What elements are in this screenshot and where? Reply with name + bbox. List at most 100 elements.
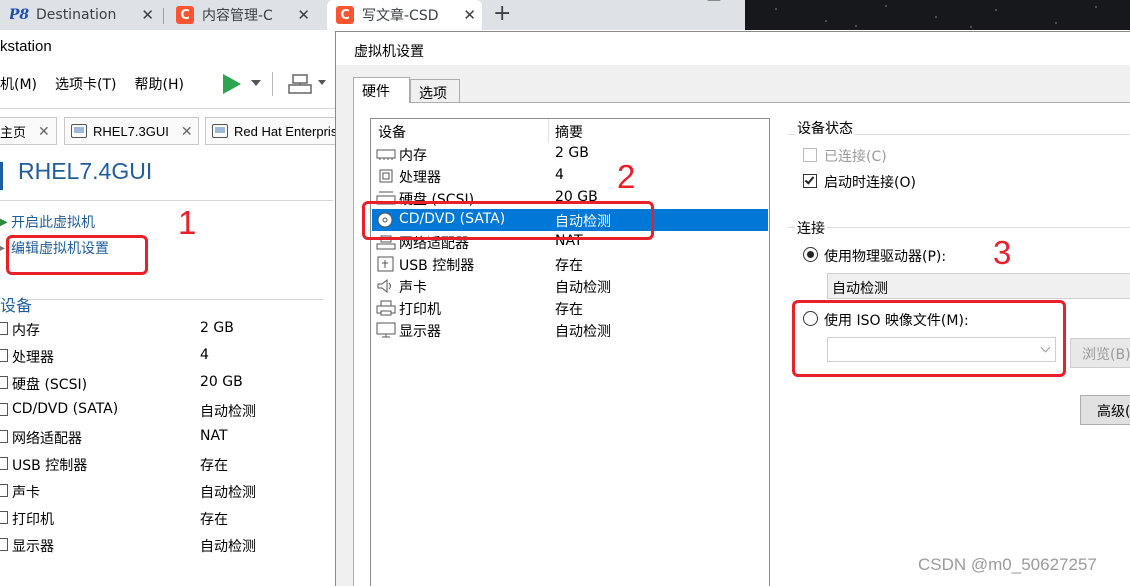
annotation-number-3: 3	[993, 234, 1012, 271]
hardware-name: 声卡	[399, 280, 427, 296]
hardware-name: 打印机	[399, 302, 441, 318]
column-header-summary[interactable]: 摘要	[555, 122, 583, 142]
device-name: CD/DVD (SATA)	[12, 401, 119, 417]
hardware-summary: 2 GB	[555, 145, 589, 161]
window-title: kstation	[0, 38, 52, 55]
hardware-summary: 存在	[555, 258, 583, 274]
device-name: 显示器	[12, 539, 54, 555]
device-row[interactable]: 处理器 4	[0, 345, 330, 367]
device-value: 自动检测	[200, 404, 256, 420]
close-icon[interactable]: ✕	[463, 6, 476, 24]
annotation-number-1: 1	[178, 204, 197, 241]
physical-drive-radio[interactable]	[803, 247, 818, 262]
vm-tab-redhat[interactable]: Red Hat Enterprise	[205, 117, 345, 145]
browser-tab-content-manage[interactable]: C 内容管理-C ✕	[176, 0, 316, 30]
power-on-icon[interactable]	[221, 73, 243, 95]
printer-icon	[376, 300, 396, 316]
cpu-icon	[0, 349, 8, 362]
dialog-title: 虚拟机设置	[354, 44, 424, 60]
connect-at-power-on-label: 启动时连接(O)	[824, 175, 916, 191]
device-row[interactable]: 显示器 自动检测	[0, 534, 330, 556]
device-value: 2 GB	[200, 320, 234, 336]
hardware-row-soundcard[interactable]: 声卡 自动检测	[372, 275, 768, 297]
printer-icon	[0, 511, 8, 524]
new-tab-button[interactable]: +	[493, 1, 511, 26]
close-icon[interactable]: ✕	[38, 123, 50, 140]
radio-dot	[807, 251, 814, 258]
dialog-titlebar: 虚拟机设置	[336, 32, 1130, 65]
network-tool-icon[interactable]	[288, 73, 312, 95]
minimize-button[interactable]: —	[707, 0, 721, 8]
device-value: 自动检测	[200, 539, 256, 555]
connect-at-power-on-checkbox[interactable]	[803, 174, 817, 188]
hardware-name: 处理器	[399, 170, 441, 186]
hardware-row-processor[interactable]: 处理器 4	[372, 165, 768, 187]
vm-tab-home[interactable]: 主页 ✕	[0, 117, 57, 145]
menu-tabs[interactable]: 选项卡(T)	[55, 74, 116, 94]
device-row[interactable]: 内存 2 GB	[0, 318, 330, 340]
column-separator	[548, 119, 549, 143]
vm-tab-label: RHEL7.3GUI	[93, 123, 169, 139]
physical-drive-select[interactable]: 自动检测	[827, 273, 1130, 299]
vm-icon	[212, 124, 228, 138]
device-name: 内存	[12, 323, 40, 339]
speaker-icon	[377, 278, 391, 294]
monitor-icon	[376, 322, 396, 338]
network-icon	[0, 430, 8, 443]
connected-checkbox[interactable]	[803, 148, 817, 162]
device-name: USB 控制器	[12, 458, 88, 474]
annotation-box-2	[362, 201, 654, 240]
chevron-down-icon[interactable]	[318, 80, 326, 85]
browser-tab-title: Destination	[36, 7, 117, 23]
hardware-summary: 4	[555, 167, 564, 183]
cpu-icon	[379, 169, 393, 183]
power-on-vm-link[interactable]: ▶ 开启此虚拟机	[0, 212, 95, 232]
toolbar-divider	[0, 108, 340, 109]
device-name: 打印机	[12, 512, 54, 528]
close-icon[interactable]: ✕	[297, 6, 310, 24]
hardware-row-display[interactable]: 显示器 自动检测	[372, 319, 768, 341]
device-row[interactable]: 网络适配器 NAT	[0, 426, 330, 448]
hardware-row-memory[interactable]: 内存 2 GB	[372, 143, 768, 165]
tab-options[interactable]: 选项	[410, 79, 460, 102]
hardware-summary: 自动检测	[555, 324, 611, 340]
device-value: 4	[200, 347, 209, 363]
vm-name: RHEL7.4GUI	[18, 158, 153, 184]
hardware-row-usb[interactable]: USB 控制器 存在	[372, 253, 768, 275]
advanced-button[interactable]: 高级(	[1080, 395, 1130, 425]
hardware-device-list: 设备 摘要 内存 2 GB 处理器 4 硬盘 (SCSI) 20 GB CD/D…	[370, 118, 770, 586]
browser-tab-write-article[interactable]: C 写文章-CSD ✕	[327, 0, 482, 30]
monitor-icon	[0, 538, 8, 551]
menu-vm[interactable]: 机(M)	[0, 74, 37, 94]
action-label: 开启此虚拟机	[11, 215, 95, 231]
divider	[26, 299, 323, 300]
hardware-name: 内存	[399, 148, 427, 164]
menu-help[interactable]: 帮助(H)	[135, 74, 184, 94]
device-row[interactable]: 声卡 自动检测	[0, 480, 330, 502]
vm-tab-label: Red Hat Enterprise	[234, 123, 345, 139]
connected-label: 已连接(C)	[824, 149, 887, 165]
vm-tab-label: 主页	[0, 124, 27, 140]
divider	[0, 200, 333, 201]
vm-tab-rhel73[interactable]: RHEL7.3GUI ✕	[64, 117, 199, 145]
device-name: 硬盘 (SCSI)	[12, 377, 88, 393]
hardware-row-printer[interactable]: 打印机 存在	[372, 297, 768, 319]
ps-icon: P8	[10, 7, 30, 23]
device-row[interactable]: 硬盘 (SCSI) 20 GB	[0, 372, 330, 394]
desktop-background	[745, 0, 1130, 30]
column-header-device[interactable]: 设备	[378, 122, 406, 142]
memory-icon	[376, 149, 396, 160]
tab-hardware[interactable]: 硬件	[353, 77, 410, 103]
device-row[interactable]: USB 控制器 存在	[0, 453, 330, 475]
chevron-down-icon[interactable]	[251, 80, 261, 86]
hardware-summary: 存在	[555, 302, 583, 318]
close-icon[interactable]: ✕	[141, 6, 154, 24]
browser-tab-destination[interactable]: P8 Destination ✕	[10, 0, 160, 30]
cdrom-icon	[0, 403, 8, 416]
device-row[interactable]: CD/DVD (SATA) 自动检测	[0, 399, 330, 421]
close-icon[interactable]: ✕	[181, 123, 193, 140]
browse-button[interactable]: 浏览(B)	[1070, 338, 1130, 368]
device-row[interactable]: 打印机 存在	[0, 507, 330, 529]
usb-icon	[0, 457, 8, 470]
device-value: 20 GB	[200, 374, 243, 390]
